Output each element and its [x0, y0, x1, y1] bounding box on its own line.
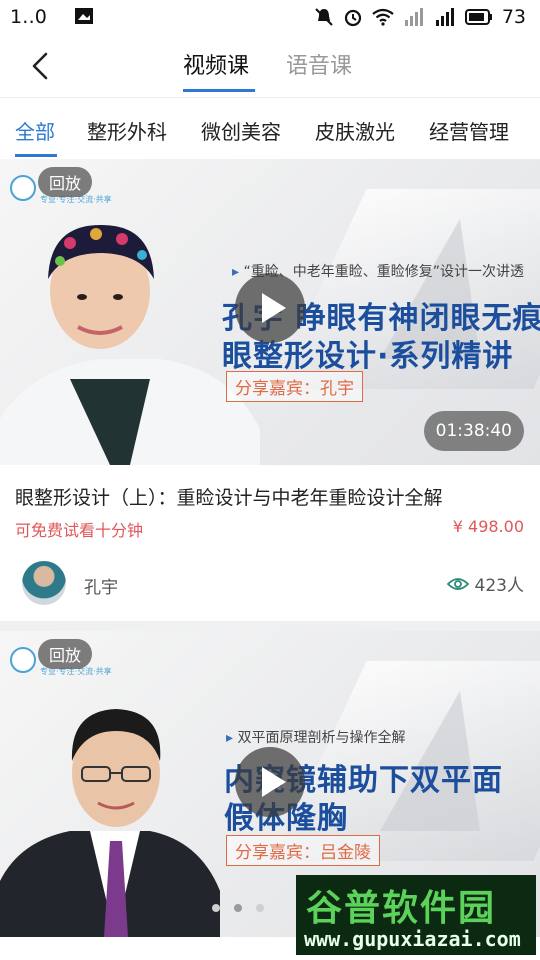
course-card[interactable]: 专业·专注·交流·共享 回放 “重睑、中老年重睑、重睑修复”设计一次讲透 孔宇 … [0, 159, 540, 621]
tab-active-indicator [183, 89, 255, 92]
tab-video-course[interactable]: 视频课 [183, 48, 249, 80]
status-bar: 1‥0 73 [0, 0, 540, 34]
category-management[interactable]: 经营管理 [429, 116, 509, 145]
course-price: ¥ 498.00 [452, 517, 524, 536]
category-tabs: 全部 整形外科 微创美容 皮肤激光 经营管理 [0, 98, 540, 159]
teacher-name[interactable]: 孔宇 [84, 573, 118, 598]
banner-guest: 分享嘉宾：吕金陵 [226, 835, 380, 866]
watermark: 谷普软件园 www.gupuxiazai.com [296, 875, 536, 955]
tab-audio-course[interactable]: 语音课 [286, 48, 352, 80]
course-info: 眼整形设计（上）：重睑设计与中老年重睑设计全解 可免费试看十分钟 ¥ 498.0… [0, 465, 540, 621]
category-plastic-surgery[interactable]: 整形外科 [87, 116, 167, 145]
replay-badge: 回放 [38, 167, 92, 197]
view-count: 423人 [446, 571, 524, 596]
battery-icon [464, 9, 492, 25]
back-icon[interactable] [22, 48, 58, 84]
category-all[interactable]: 全部 [15, 116, 55, 145]
mute-icon [315, 8, 333, 26]
avatar[interactable] [22, 561, 66, 605]
battery-level: 73 [501, 6, 526, 28]
course-title[interactable]: 眼整形设计（上）：重睑设计与中老年重睑设计全解 [15, 483, 443, 510]
logo-circle [10, 175, 36, 201]
status-time: 1‥0 [10, 6, 47, 28]
alarm-icon [344, 9, 361, 27]
category-skin-laser[interactable]: 皮肤激光 [315, 116, 395, 145]
logo-circle [10, 647, 36, 673]
video-duration: 01:38:40 [423, 411, 524, 451]
carousel-dot [212, 904, 220, 912]
play-icon[interactable] [235, 273, 305, 343]
eye-icon [446, 577, 469, 590]
image-notification-icon [75, 8, 93, 24]
category-minimally-invasive[interactable]: 微创美容 [201, 116, 281, 145]
banner-subtitle: 双平面原理剖析与操作全解 [226, 727, 405, 747]
view-count-value: 423人 [474, 576, 524, 596]
course-banner[interactable]: 专业·专注·交流·共享 回放 “重睑、中老年重睑、重睑修复”设计一次讲透 孔宇 … [0, 159, 540, 465]
doctor-portrait [0, 709, 220, 937]
banner-guest: 分享嘉宾：孔宇 [226, 371, 363, 402]
status-icons: 73 [314, 4, 526, 30]
header: 视频课 语音课 [0, 34, 540, 98]
watermark-title: 谷普软件园 [306, 888, 497, 929]
replay-badge: 回放 [38, 639, 92, 669]
wifi-icon [372, 8, 394, 26]
card-separator [0, 621, 540, 631]
category-active-indicator [15, 154, 57, 157]
carousel-dot [256, 904, 264, 912]
play-icon[interactable] [235, 747, 305, 817]
doctor-portrait [0, 224, 260, 465]
signal-icon [435, 8, 454, 26]
signal-icon [404, 8, 423, 26]
carousel-dot [234, 904, 242, 912]
free-trial-label: 可免费试看十分钟 [15, 521, 144, 540]
carousel-dots [212, 904, 264, 912]
watermark-url: www.gupuxiazai.com [304, 927, 521, 951]
